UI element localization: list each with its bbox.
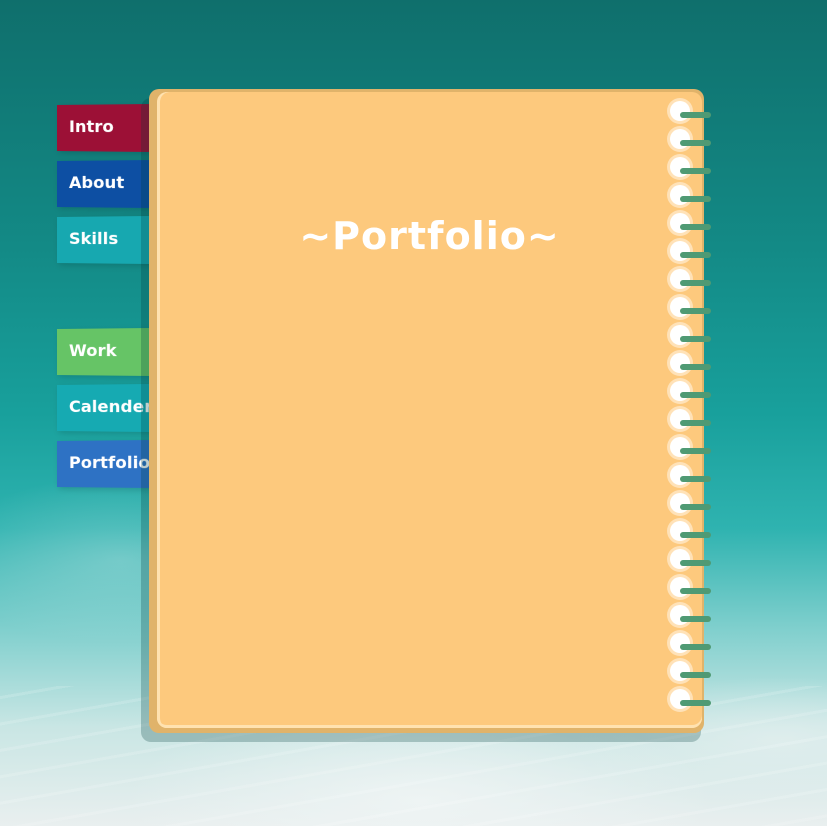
ring-wire xyxy=(680,112,711,118)
ring-hole xyxy=(670,157,690,177)
spiral-ring xyxy=(670,633,712,653)
ring-hole xyxy=(670,409,690,429)
ring-wire xyxy=(680,420,711,426)
ring-wire xyxy=(680,252,711,258)
spiral-ring xyxy=(670,689,712,709)
ring-wire xyxy=(680,700,711,706)
spiral-ring xyxy=(670,269,712,289)
ring-hole xyxy=(670,633,690,653)
ring-hole xyxy=(670,493,690,513)
spiral-ring xyxy=(670,549,712,569)
spiral-ring xyxy=(670,353,712,373)
ring-wire xyxy=(680,616,711,622)
spiral-ring xyxy=(670,101,712,121)
ring-wire xyxy=(680,168,711,174)
spiral-ring xyxy=(670,521,712,541)
ring-hole xyxy=(670,353,690,373)
ring-wire xyxy=(680,588,711,594)
spiral-ring xyxy=(670,577,712,597)
spiral-ring xyxy=(670,493,712,513)
ring-wire xyxy=(680,140,711,146)
spiral-ring xyxy=(670,437,712,457)
ring-wire xyxy=(680,336,711,342)
spiral-ring xyxy=(670,185,712,205)
spiral-ring xyxy=(670,465,712,485)
ring-hole xyxy=(670,269,690,289)
ring-wire xyxy=(680,280,711,286)
ring-hole xyxy=(670,437,690,457)
ring-wire xyxy=(680,308,711,314)
ring-wire xyxy=(680,224,711,230)
ring-hole xyxy=(670,465,690,485)
ring-wire xyxy=(680,532,711,538)
ring-hole xyxy=(670,297,690,317)
spiral-ring xyxy=(670,297,712,317)
ring-wire xyxy=(680,560,711,566)
ring-wire xyxy=(680,448,711,454)
ring-hole xyxy=(670,241,690,261)
ring-hole xyxy=(670,213,690,233)
ring-wire xyxy=(680,504,711,510)
spiral-ring xyxy=(670,129,712,149)
ring-hole xyxy=(670,185,690,205)
ring-hole xyxy=(670,605,690,625)
spiral-ring xyxy=(670,381,712,401)
spiral-ring xyxy=(670,325,712,345)
ring-hole xyxy=(670,381,690,401)
spiral-ring xyxy=(670,661,712,681)
ring-wire xyxy=(680,644,711,650)
ring-hole xyxy=(670,549,690,569)
ring-hole xyxy=(670,577,690,597)
ring-hole xyxy=(670,521,690,541)
ring-hole xyxy=(670,325,690,345)
ring-hole xyxy=(670,689,690,709)
spiral-ring xyxy=(670,213,712,233)
ring-wire xyxy=(680,196,711,202)
ring-wire xyxy=(680,672,711,678)
spiral-ring xyxy=(670,157,712,177)
ring-hole xyxy=(670,129,690,149)
ring-wire xyxy=(680,476,711,482)
spiral-ring xyxy=(670,241,712,261)
ring-hole xyxy=(670,101,690,121)
notebook-page xyxy=(157,92,702,728)
ring-hole xyxy=(670,661,690,681)
ring-wire xyxy=(680,392,711,398)
spiral-ring xyxy=(670,605,712,625)
ring-wire xyxy=(680,364,711,370)
spiral-ring xyxy=(670,409,712,429)
page-title: ~Portfolio~ xyxy=(299,214,560,258)
